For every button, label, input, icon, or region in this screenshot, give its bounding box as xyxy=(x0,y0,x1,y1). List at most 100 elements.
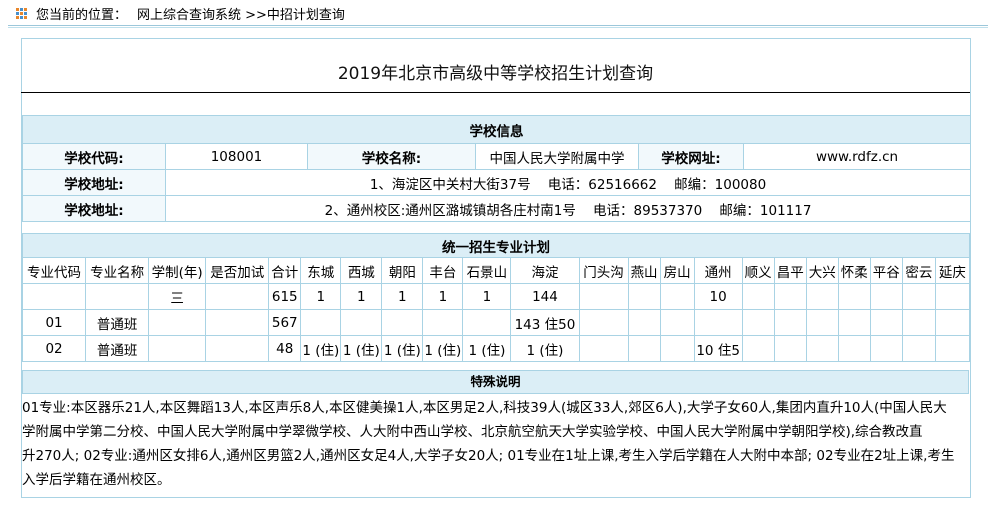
notes-line: 01专业:本区器乐21人,本区舞蹈13人,本区声乐8人,本区健美操1人,本区男足… xyxy=(22,400,947,416)
plan-cell xyxy=(659,309,695,336)
plan-cell: 48 xyxy=(268,335,302,362)
plan-column-header: 燕山 xyxy=(627,257,661,284)
plan-cell: 三 xyxy=(148,283,207,310)
plan-cell xyxy=(659,283,695,310)
plan-cell xyxy=(837,309,871,336)
plan-cell: 1 (住) xyxy=(300,335,342,362)
plan-column-header: 专业名称 xyxy=(85,257,150,284)
plan-cell xyxy=(901,283,936,310)
page-title: 2019年北京市高级中等学校招生计划查询 xyxy=(337,64,654,84)
plan-column-header: 昌平 xyxy=(773,257,807,284)
school-name-label: 学校名称: xyxy=(307,143,476,170)
breadcrumb: 您当前的位置： 网上综合查询系统 >>中招计划查询 xyxy=(0,0,996,28)
plan-cell: 567 xyxy=(268,309,302,336)
plan-cell: 1 xyxy=(462,283,512,310)
plan-cell xyxy=(205,335,270,362)
plan-cell xyxy=(741,335,775,362)
plan-column-header: 延庆 xyxy=(934,257,971,284)
plan-cell xyxy=(901,309,936,336)
plan-cell: 01 xyxy=(21,309,87,336)
plan-cell: 10 住5 xyxy=(693,335,743,362)
plan-cell xyxy=(741,283,775,310)
plan-cell: 143 住50 xyxy=(510,309,580,336)
plan-cell xyxy=(300,309,342,336)
plan-column-header: 石景山 xyxy=(462,257,512,284)
plan-cell xyxy=(205,283,270,310)
plan-cell xyxy=(578,283,629,310)
plan-cell: 1 xyxy=(381,283,424,310)
plan-row: 01 普通班 567 143 住50 xyxy=(21,309,971,336)
plan-cell xyxy=(578,309,629,336)
plan-cell xyxy=(934,283,971,310)
notes-header: 特殊说明 xyxy=(22,370,969,394)
plan-row: 02 普通班 48 1 (住) 1 (住) 1 (住) 1 (住) 1 (住) 1 (住) 10 … xyxy=(21,335,971,362)
plan-cell xyxy=(869,283,903,310)
plan-cell xyxy=(627,309,661,336)
plan-cell xyxy=(805,335,839,362)
plan-cell: 普通班 xyxy=(85,335,150,362)
plan-cell xyxy=(934,309,971,336)
plan-cell xyxy=(462,309,512,336)
plan-cell xyxy=(21,283,87,310)
plan-cell: 02 xyxy=(21,335,87,362)
plan-cell xyxy=(869,335,903,362)
plan-column-header: 海淀 xyxy=(510,257,580,284)
school-address-1: 1、海淀区中关村大街37号 电话：62516662 邮编：100080 xyxy=(164,169,972,196)
school-address-label-2: 学校地址: xyxy=(22,195,166,222)
plan-cell xyxy=(659,335,695,362)
plan-column-header: 专业代码 xyxy=(21,257,87,284)
plan-cell xyxy=(205,309,270,336)
plan-cell: 1 xyxy=(422,283,464,310)
plan-column-header: 朝阳 xyxy=(381,257,424,284)
plan-cell xyxy=(934,335,971,362)
plan-cell: 1 xyxy=(300,283,342,310)
plan-cell xyxy=(148,309,207,336)
plan-cell: 1 (住) xyxy=(381,335,424,362)
plan-cell xyxy=(340,309,383,336)
breadcrumb-text: 您当前的位置： 网上综合查询系统 >>中招计划查询 xyxy=(36,4,345,23)
plan-header: 统一招生专业计划 xyxy=(22,233,970,258)
breadcrumb-prefix: 您当前的位置： xyxy=(36,8,128,23)
school-site-link[interactable]: www.rdfz.cn xyxy=(742,143,972,170)
plan-cell: 1 xyxy=(340,283,383,310)
plan-cell xyxy=(741,309,775,336)
plan-cell: 1 (住) xyxy=(462,335,512,362)
plan-cell: 1 (住) xyxy=(422,335,464,362)
school-code-label: 学校代码: xyxy=(22,143,166,170)
plan-column-header: 顺义 xyxy=(741,257,775,284)
school-address-label-1: 学校地址: xyxy=(22,169,166,196)
plan-column-header: 学制(年) xyxy=(148,257,207,284)
plan-cell xyxy=(148,335,207,362)
plan-column-header: 平谷 xyxy=(869,257,903,284)
location-grid-icon xyxy=(16,8,28,20)
plan-column-header: 西城 xyxy=(340,257,383,284)
notes-line: 升270人; 02专业:通州区女排6人,通州区男篮2人,通州区女足4人,大学子女… xyxy=(22,448,955,464)
plan-cell xyxy=(578,335,629,362)
plan-column-header: 是否加试 xyxy=(205,257,270,284)
plan-column-header: 怀柔 xyxy=(837,257,871,284)
plan-cell xyxy=(773,283,807,310)
plan-column-header: 房山 xyxy=(659,257,695,284)
plan-cell: 1 (住) xyxy=(510,335,580,362)
school-name: 中国人民大学附属中学 xyxy=(475,143,639,170)
plan-cell xyxy=(837,283,871,310)
plan-cell xyxy=(627,283,661,310)
school-address-2: 2、通州校区:通州区潞城镇胡各庄村南1号 电话：89537370 邮编：1011… xyxy=(164,195,972,222)
plan-cell xyxy=(85,283,150,310)
plan-cell xyxy=(773,309,807,336)
plan-column-header: 东城 xyxy=(300,257,342,284)
plan-cell xyxy=(869,309,903,336)
plan-cell: 10 xyxy=(693,283,743,310)
plan-cell xyxy=(805,309,839,336)
plan-row: 三 615 1 1 1 1 1 144 10 xyxy=(21,283,971,310)
plan-cell xyxy=(627,335,661,362)
plan-column-header: 通州 xyxy=(693,257,743,284)
notes-line: 入学后学籍在通州校区。 xyxy=(22,472,171,488)
plan-cell: 144 xyxy=(510,283,580,310)
plan-column-header: 合计 xyxy=(268,257,302,284)
breadcrumb-path[interactable]: 网上综合查询系统 >>中招计划查询 xyxy=(137,8,345,23)
plan-cell: 615 xyxy=(268,283,302,310)
plan-cell: 1 (住) xyxy=(340,335,383,362)
plan-cell xyxy=(773,335,807,362)
plan-cell xyxy=(805,283,839,310)
